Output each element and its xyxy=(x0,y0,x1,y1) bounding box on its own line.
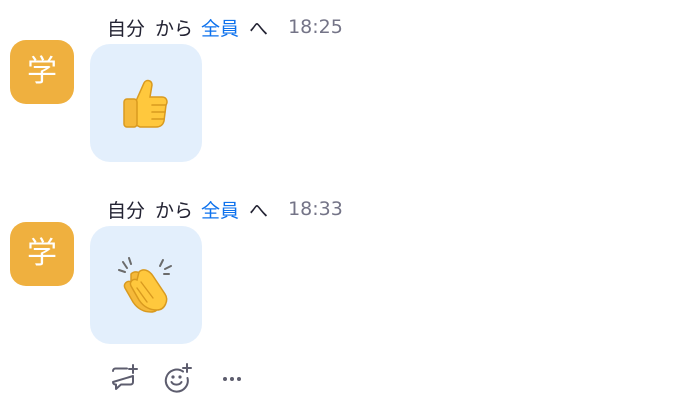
clapping-hands-icon xyxy=(118,257,172,313)
recipient-link[interactable]: 全員 xyxy=(201,14,239,41)
message-bubble[interactable] xyxy=(90,226,202,344)
reply-icon xyxy=(112,364,138,390)
reply-button[interactable] xyxy=(108,362,140,394)
message-header: 自分 から 全員 へ 18:25 xyxy=(107,14,343,40)
from-word: から xyxy=(155,17,194,40)
thumbs-up-icon xyxy=(123,79,168,128)
to-word: へ xyxy=(249,199,269,222)
message-bubble[interactable] xyxy=(90,44,202,162)
sender-name: 自分 xyxy=(107,17,146,40)
message-time: 18:25 xyxy=(288,16,343,38)
add-reaction-icon xyxy=(164,363,192,393)
to-word: へ xyxy=(249,17,269,40)
message-time: 18:33 xyxy=(288,198,343,220)
sender-name: 自分 xyxy=(107,199,146,222)
add-reaction-button[interactable] xyxy=(162,362,194,394)
avatar-initial: 学 xyxy=(27,54,57,89)
message-header: 自分 から 全員 へ 18:33 xyxy=(107,196,343,222)
recipient-link[interactable]: 全員 xyxy=(201,196,239,223)
avatar[interactable]: 学 xyxy=(10,222,74,286)
more-options-button[interactable] xyxy=(216,362,248,394)
more-options-icon xyxy=(223,377,241,381)
avatar-initial: 学 xyxy=(27,236,57,271)
from-word: から xyxy=(155,199,194,222)
message-actions xyxy=(108,362,248,394)
avatar[interactable]: 学 xyxy=(10,40,74,104)
